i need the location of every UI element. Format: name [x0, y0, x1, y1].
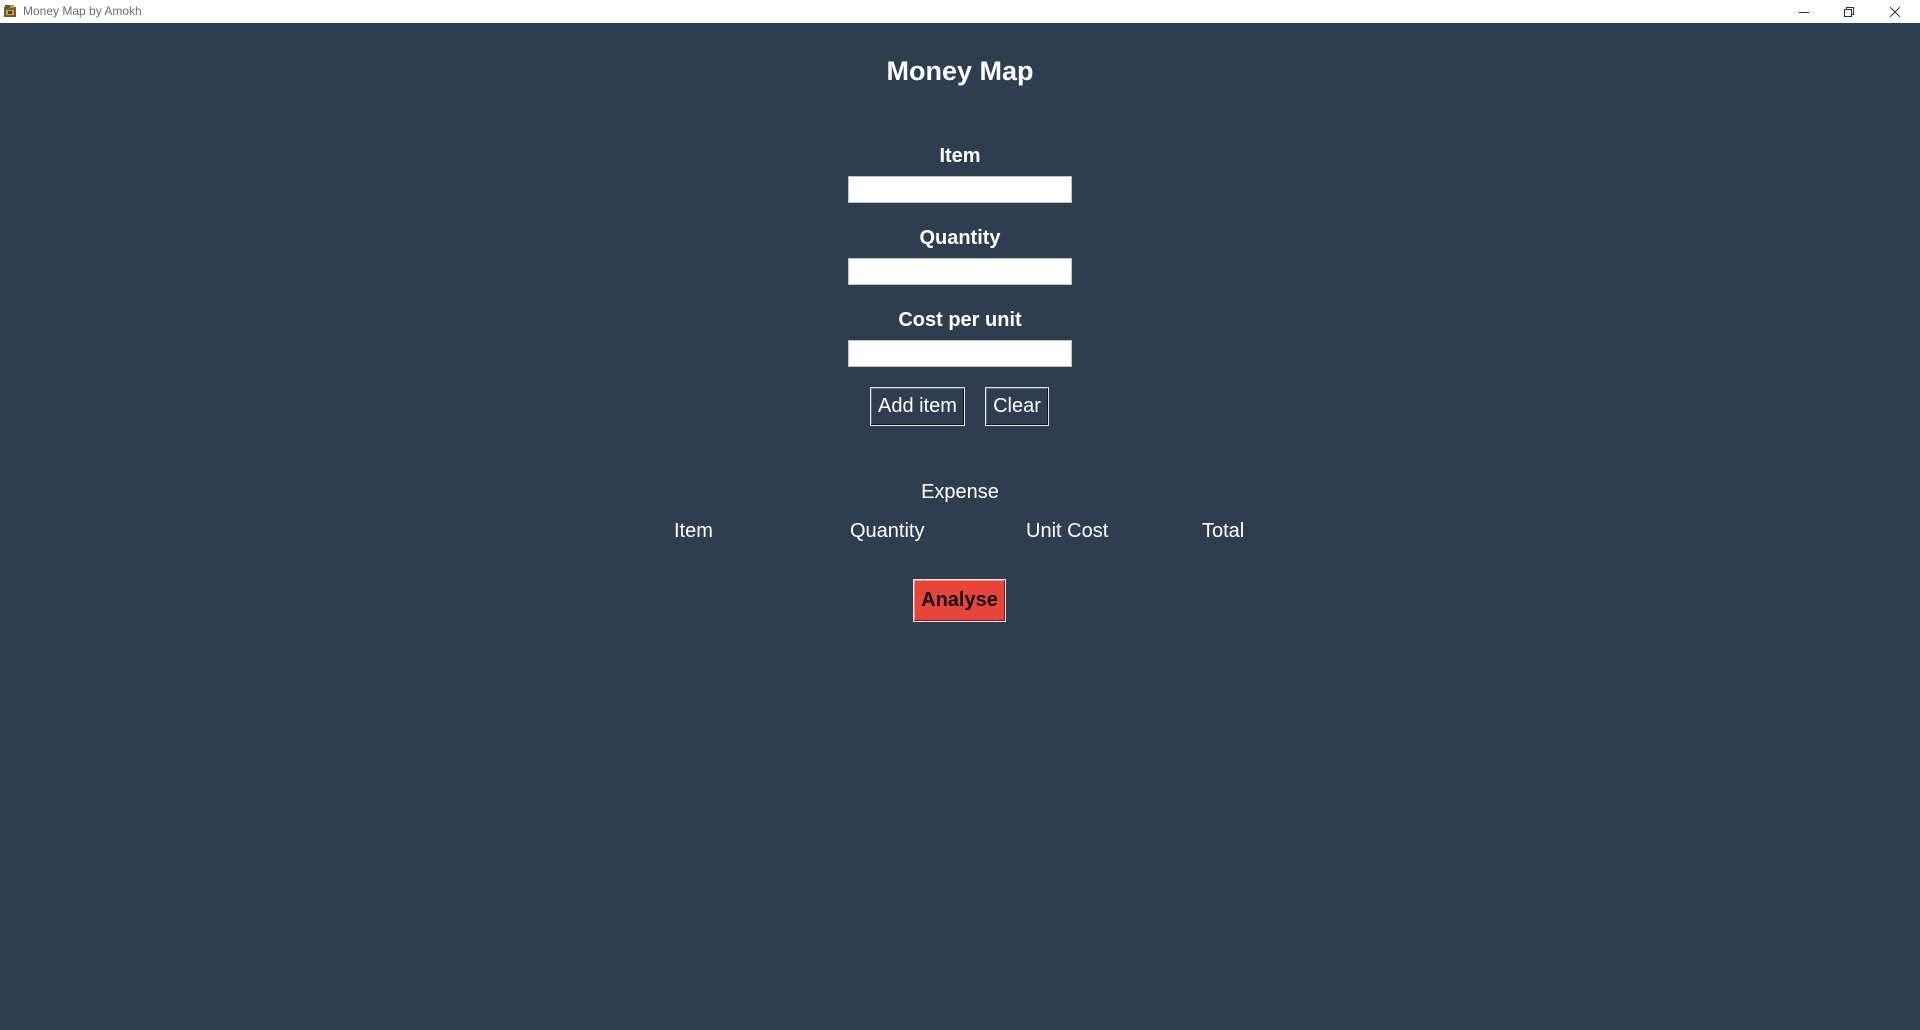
money-map-app-icon [3, 4, 17, 18]
analyse-button[interactable]: Analyse [913, 579, 1006, 622]
window-title: Money Map by Amokh [23, 4, 142, 18]
app-window: Money Map by Amokh Money Map Item Quanti… [0, 0, 1920, 1030]
quantity-label: Quantity [919, 227, 1001, 249]
column-header-item: Item [674, 520, 713, 542]
column-header-unit-cost: Unit Cost [1026, 520, 1109, 542]
column-header-quantity: Quantity [850, 520, 925, 542]
minimize-icon [1799, 7, 1809, 17]
restore-icon [1844, 6, 1854, 17]
quantity-input[interactable] [848, 258, 1072, 285]
page-title: Money Map [886, 56, 1034, 86]
column-header-total: Total [1202, 520, 1245, 542]
title-bar[interactable]: Money Map by Amokh [0, 0, 1920, 23]
item-label: Item [939, 145, 981, 167]
minimize-button[interactable] [1781, 0, 1827, 23]
add-item-button[interactable]: Add item [870, 387, 965, 426]
close-icon [1890, 6, 1900, 17]
close-button[interactable] [1872, 0, 1918, 23]
cost-per-unit-label: Cost per unit [898, 309, 1022, 331]
restore-button[interactable] [1826, 0, 1872, 23]
item-input[interactable] [848, 176, 1072, 203]
cost-per-unit-input[interactable] [848, 340, 1072, 367]
expense-title: Expense [921, 481, 999, 503]
clear-button[interactable]: Clear [985, 387, 1049, 426]
